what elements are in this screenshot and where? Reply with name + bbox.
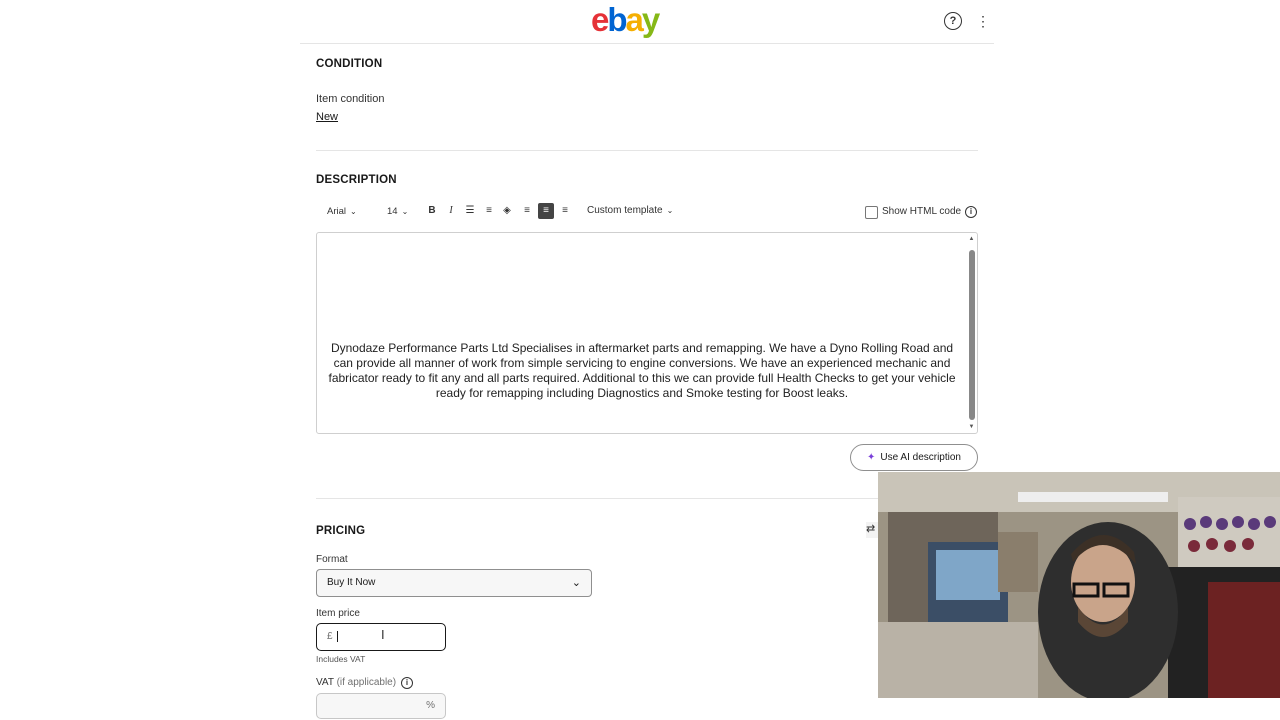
text-caret xyxy=(337,631,338,642)
custom-template-select[interactable]: Custom template ⌄ xyxy=(587,203,673,219)
vat-label-text: VAT xyxy=(316,677,334,688)
description-section-title: DESCRIPTION xyxy=(316,174,397,186)
font-size-value: 14 xyxy=(387,206,398,217)
fill-color-button[interactable]: ◈ xyxy=(499,203,515,219)
font-family-select[interactable]: Arial ⌄ xyxy=(327,204,357,220)
item-condition-label: Item condition xyxy=(316,93,385,105)
logo-letter-a: a xyxy=(625,1,644,38)
align-right-button[interactable]: ≡ xyxy=(557,203,573,219)
logo-letter-y: y xyxy=(641,1,660,38)
info-icon[interactable]: i xyxy=(965,206,977,218)
vat-label-suffix: (if applicable) xyxy=(336,677,397,688)
scroll-down-arrow[interactable]: ▼ xyxy=(967,423,976,431)
vat-label: VAT (if applicable) xyxy=(316,677,396,688)
includes-vat-note: Includes VAT xyxy=(316,654,366,664)
more-options-icon[interactable]: ⋮ xyxy=(976,12,990,30)
font-size-select[interactable]: 14 ⌄ xyxy=(387,204,408,220)
webcam-overlay xyxy=(878,472,1280,698)
info-icon[interactable]: i xyxy=(401,677,413,689)
item-price-label: Item price xyxy=(316,608,360,619)
use-ai-description-button[interactable]: ✦ Use AI description xyxy=(850,444,978,471)
header-divider xyxy=(300,43,994,44)
ibeam-cursor-icon: I xyxy=(381,627,385,642)
show-html-label: Show HTML code xyxy=(882,206,962,217)
item-price-input[interactable] xyxy=(337,628,441,648)
editor-scrollbar[interactable] xyxy=(969,250,975,420)
vat-field[interactable]: % xyxy=(316,693,446,719)
chevron-down-icon: ⌄ xyxy=(571,577,581,589)
condition-section-title: CONDITION xyxy=(316,58,383,70)
chevron-down-icon: ⌄ xyxy=(401,207,409,216)
help-icon[interactable]: ? xyxy=(944,12,962,30)
pricing-section-title: PRICING xyxy=(316,525,366,537)
italic-button[interactable]: I xyxy=(443,203,459,219)
description-editor[interactable] xyxy=(316,232,978,434)
logo-letter-b: b xyxy=(607,1,627,38)
chevron-down-icon: ⌄ xyxy=(666,206,674,215)
item-condition-value-link[interactable]: New xyxy=(316,111,338,123)
align-left-button[interactable]: ≡ xyxy=(519,203,535,219)
sparkle-icon: ✦ xyxy=(867,452,876,463)
chevron-down-icon: ⌄ xyxy=(350,207,357,216)
bulleted-list-button[interactable]: ☰ xyxy=(462,203,478,219)
format-select[interactable]: Buy It Now ⌄ xyxy=(316,569,592,597)
section-divider xyxy=(316,150,978,151)
scroll-up-arrow[interactable]: ▲ xyxy=(967,235,976,243)
show-html-checkbox[interactable] xyxy=(865,206,878,219)
currency-symbol: £ xyxy=(327,631,333,642)
format-label: Format xyxy=(316,554,348,565)
use-ai-description-label: Use AI description xyxy=(880,452,961,463)
numbered-list-button[interactable]: ≡ xyxy=(481,203,497,219)
align-center-button[interactable]: ≡ xyxy=(538,203,554,219)
ebay-logo[interactable]: ebay xyxy=(591,1,660,38)
custom-template-label: Custom template xyxy=(587,205,663,216)
font-family-value: Arial xyxy=(327,206,347,217)
description-body-text[interactable]: Dynodaze Performance Parts Ltd Specialis… xyxy=(320,341,964,401)
webcam-scene-image xyxy=(878,472,1280,698)
logo-letter-e: e xyxy=(591,1,609,38)
format-value: Buy It Now xyxy=(327,577,376,588)
percent-unit: % xyxy=(426,700,435,711)
bold-button[interactable]: B xyxy=(424,203,440,219)
